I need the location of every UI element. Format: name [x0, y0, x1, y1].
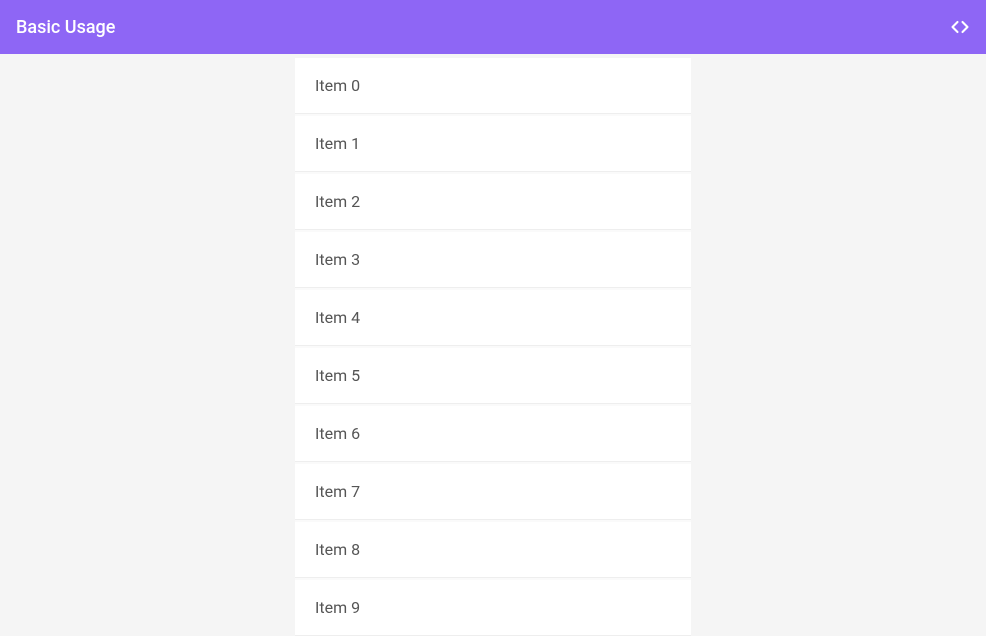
list-item[interactable]: Item 0 [295, 58, 691, 114]
code-toggle-icon[interactable] [950, 17, 970, 37]
list-item-label: Item 5 [315, 366, 360, 385]
header-bar: Basic Usage [0, 0, 986, 54]
list-item[interactable]: Item 3 [295, 232, 691, 288]
list-item[interactable]: Item 6 [295, 406, 691, 462]
list-item-label: Item 0 [315, 76, 360, 95]
list-item-label: Item 6 [315, 424, 360, 443]
list-item[interactable]: Item 7 [295, 464, 691, 520]
list-item[interactable]: Item 1 [295, 116, 691, 172]
list-item-label: Item 4 [315, 308, 360, 327]
list-item-label: Item 8 [315, 540, 360, 559]
list-item[interactable]: Item 4 [295, 290, 691, 346]
list-item-label: Item 7 [315, 482, 360, 501]
list-item[interactable]: Item 2 [295, 174, 691, 230]
list-item-label: Item 1 [315, 134, 360, 153]
list-item-label: Item 3 [315, 250, 360, 269]
list-item[interactable]: Item 8 [295, 522, 691, 578]
list-item-label: Item 9 [315, 598, 360, 617]
list-item[interactable]: Item 9 [295, 580, 691, 636]
list-item[interactable]: Item 5 [295, 348, 691, 404]
list-item-label: Item 2 [315, 192, 360, 211]
header-title: Basic Usage [16, 17, 115, 38]
scrollable-list[interactable]: Item 0 Item 1 Item 2 Item 3 Item 4 Item 5 Item… [295, 58, 691, 636]
content-area: Item 0 Item 1 Item 2 Item 3 Item 4 Item 5 Item… [0, 54, 986, 636]
